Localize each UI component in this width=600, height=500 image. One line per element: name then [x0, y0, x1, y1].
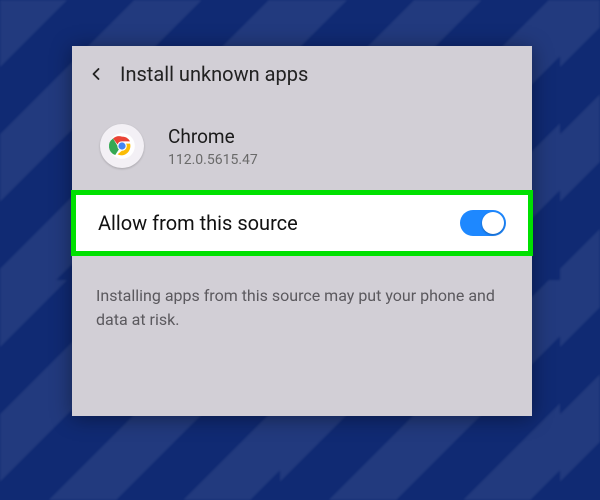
- allow-toggle[interactable]: [460, 210, 506, 236]
- allow-row[interactable]: Allow from this source: [76, 195, 528, 251]
- warning-text: Installing apps from this source may put…: [72, 256, 532, 332]
- app-icon: [100, 124, 144, 168]
- page-title: Install unknown apps: [120, 62, 308, 86]
- highlight-frame: Allow from this source: [71, 190, 533, 256]
- app-version: 112.0.5615.47: [168, 152, 258, 168]
- settings-card: Install unknown apps Chrome 112.0.5615.4…: [72, 46, 532, 416]
- back-button[interactable]: [84, 62, 108, 86]
- header: Install unknown apps: [72, 46, 532, 102]
- allow-label: Allow from this source: [98, 211, 298, 235]
- switch-thumb: [482, 212, 504, 234]
- chrome-icon: [108, 132, 136, 160]
- app-row: Chrome 112.0.5615.47: [72, 102, 532, 190]
- chevron-left-icon: [86, 64, 106, 84]
- app-name: Chrome: [168, 125, 258, 148]
- app-meta: Chrome 112.0.5615.47: [168, 125, 258, 168]
